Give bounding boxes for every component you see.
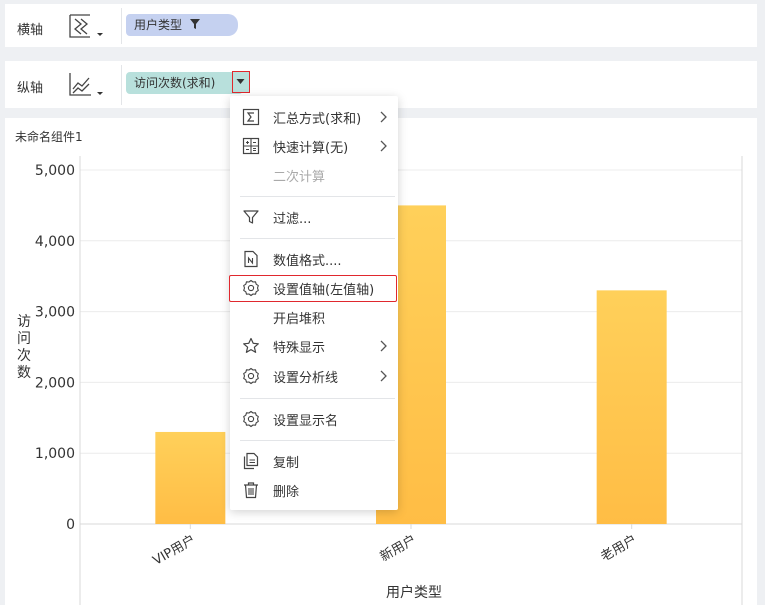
field-dropdown-button[interactable] xyxy=(232,71,250,93)
menu-item-secondary-calc: 二次计算 xyxy=(230,161,398,189)
x-tick-label: 老用户 xyxy=(598,532,640,565)
y-tick-label: 3,000 xyxy=(35,305,75,321)
y-axis-field-label: 访问次数(求和) xyxy=(134,76,216,90)
menu-item-display-name[interactable]: 设置显示名 xyxy=(230,405,398,433)
chevron-right-icon xyxy=(380,370,387,382)
menu-item-label: 复制 xyxy=(273,456,300,471)
chevron-right-icon xyxy=(380,340,387,352)
menu-item-label: 设置分析线 xyxy=(273,371,339,386)
y-tick-label: 5,000 xyxy=(35,163,75,179)
x-tick-label: 新用户 xyxy=(377,532,419,565)
y-row-divider xyxy=(121,65,122,105)
x-axis-field-pill[interactable]: 用户类型 xyxy=(126,14,238,36)
trash-icon xyxy=(244,482,258,499)
y-axis-title: 访问次数 xyxy=(17,314,31,381)
menu-item-label: 设置显示名 xyxy=(273,414,339,429)
menu-item-label: 快速计算(无) xyxy=(273,141,349,156)
menu-item-quick-calc[interactable]: 快速计算(无) xyxy=(230,132,398,160)
menu-item-copy[interactable]: 复制 xyxy=(230,447,398,475)
dropdown-arrow-icon xyxy=(236,79,245,84)
menu-separator xyxy=(240,238,395,239)
y-tick-label: 1,000 xyxy=(35,446,75,462)
menu-item-label: 过滤... xyxy=(273,212,312,227)
x-tick-label: VIP用户 xyxy=(150,532,198,569)
menu-item-delete[interactable]: 删除 xyxy=(230,476,398,504)
y-tick-label: 2,000 xyxy=(35,375,75,391)
menu-separator xyxy=(240,196,395,197)
menu-item-label: 汇总方式(求和) xyxy=(273,112,362,127)
y-tick-label: 4,000 xyxy=(35,234,75,250)
calculator-icon xyxy=(242,137,260,155)
bar xyxy=(596,290,667,524)
chevron-right-icon xyxy=(380,111,387,123)
menu-item-label: 删除 xyxy=(273,485,300,500)
menu-item-number-format[interactable]: 数值格式.... xyxy=(230,245,398,273)
x-axis-title: 用户类型 xyxy=(386,584,442,601)
gear-icon xyxy=(243,410,259,428)
copy-icon xyxy=(243,452,259,470)
y-tick-label: 0 xyxy=(66,517,75,533)
filter-icon[interactable] xyxy=(189,19,200,29)
menu-separator xyxy=(240,440,395,441)
bar xyxy=(155,431,226,524)
line-chart-icon[interactable] xyxy=(67,69,107,99)
sum-icon xyxy=(242,108,260,126)
menu-item-enable-stack[interactable]: 开启堆积 xyxy=(230,303,398,331)
highlight-box xyxy=(229,275,397,302)
menu-item-label: 二次计算 xyxy=(273,170,326,185)
menu-item-filter[interactable]: 过滤... xyxy=(230,203,398,231)
y-axis-field-pill[interactable]: 访问次数(求和) xyxy=(126,72,244,94)
x-row-divider xyxy=(121,8,122,44)
chevron-right-icon xyxy=(380,140,387,152)
filter-icon xyxy=(243,210,259,224)
gear-icon xyxy=(243,367,259,385)
menu-item-special-display[interactable]: 特殊显示 xyxy=(230,332,398,360)
menu-separator xyxy=(240,398,395,399)
x-axis-label: 横轴 xyxy=(17,23,44,38)
star-icon xyxy=(243,337,259,353)
menu-item-analysis-line[interactable]: 设置分析线 xyxy=(230,362,398,390)
menu-item-summary-method[interactable]: 汇总方式(求和) xyxy=(230,103,398,131)
waterfall-chart-icon[interactable] xyxy=(67,11,107,41)
y-axis-label: 纵轴 xyxy=(17,81,44,96)
context-menu: 汇总方式(求和) 快速计算(无) 二次计算 过滤... 数值格式.... 设置值… xyxy=(230,96,398,510)
x-axis-field-label: 用户类型 xyxy=(134,18,183,32)
number-format-icon xyxy=(244,250,258,268)
menu-item-label: 开启堆积 xyxy=(273,312,326,327)
menu-item-label: 特殊显示 xyxy=(273,341,326,356)
x-axis-row: 横轴 用户类型 xyxy=(5,4,757,47)
menu-item-label: 数值格式.... xyxy=(273,254,342,269)
